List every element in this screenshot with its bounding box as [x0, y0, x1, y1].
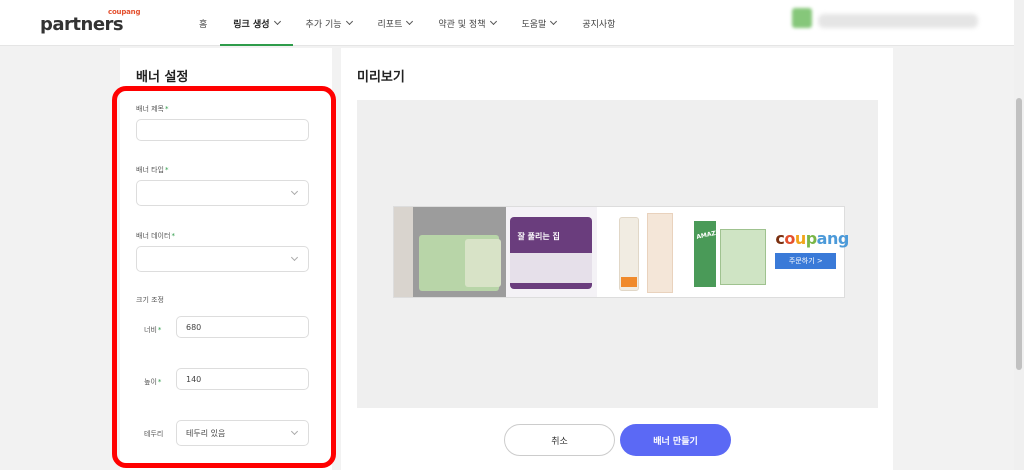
nav-report[interactable]: 리포트	[365, 0, 426, 46]
nav-help[interactable]: 도움말	[509, 0, 570, 46]
chevron-down-icon	[345, 17, 353, 26]
nav-notice[interactable]: 공지사항	[569, 0, 628, 46]
toothpaste-box-shape	[647, 213, 674, 293]
preview-title: 미리보기	[357, 70, 405, 85]
main-nav: 홈 링크 생성 추가 기능 리포트 약관 및 정책 도움말 공지사항	[186, 0, 628, 46]
food-package-shape	[464, 239, 501, 287]
nav-help-label: 도움말	[521, 19, 547, 30]
nav-link-create[interactable]: 링크 생성	[220, 0, 293, 46]
product-image-food[interactable]	[412, 207, 506, 297]
chevron-down-icon	[489, 17, 497, 26]
chevron-down-icon	[406, 17, 414, 26]
nav-terms[interactable]: 약관 및 정책	[425, 0, 508, 46]
product-image-edge[interactable]	[394, 207, 413, 297]
chevron-down-icon	[550, 17, 558, 26]
tissue-pack-band	[509, 253, 592, 283]
product-image-toothpaste[interactable]	[597, 207, 690, 297]
nav-home[interactable]: 홈	[186, 0, 220, 46]
blurred-user-info	[818, 14, 978, 28]
toothpaste-cap-shape	[621, 277, 638, 287]
user-account-area[interactable]	[790, 8, 980, 36]
avatar[interactable]	[792, 8, 812, 28]
nav-notice-label: 공지사항	[582, 19, 616, 30]
page-scrollbar[interactable]	[1014, 0, 1024, 470]
order-button[interactable]: 주문하기 >	[775, 253, 837, 269]
logo-partners-text: partners	[40, 14, 124, 35]
scrollbar-thumb[interactable]	[1016, 98, 1022, 370]
nav-terms-label: 약관 및 정책	[438, 19, 486, 30]
coupang-partners-logo[interactable]: coupang partners	[40, 8, 140, 38]
top-header: coupang partners 홈 링크 생성 추가 기능 리포트 약관 및 …	[0, 0, 1014, 46]
banner-settings-title: 배너 설정	[136, 70, 189, 85]
product-image-oat-milk[interactable]: AMAZING OAT	[689, 207, 770, 297]
nav-home-label: 홈	[199, 19, 208, 30]
create-banner-button[interactable]: 배너 만들기	[620, 424, 731, 456]
tissue-pack-label: 잘 풀리는 집	[517, 232, 560, 241]
red-highlight-box	[112, 86, 336, 468]
nav-extra-features[interactable]: 추가 기능	[293, 0, 365, 46]
coupang-logo: coupang	[775, 229, 849, 248]
banner-preview[interactable]: 잘 풀리는 집 AMAZING OAT coupang 주문하기 >	[393, 206, 849, 298]
cancel-button[interactable]: 취소	[504, 424, 615, 456]
oat-crate-shape	[719, 229, 766, 285]
nav-extra-features-label: 추가 기능	[305, 19, 342, 30]
nav-report-label: 리포트	[377, 19, 403, 30]
chevron-down-icon	[273, 17, 281, 26]
nav-link-create-label: 링크 생성	[233, 19, 270, 30]
coupang-brand-block[interactable]: coupang 주문하기 >	[769, 207, 849, 297]
product-image-tissue[interactable]: 잘 풀리는 집	[505, 207, 598, 297]
